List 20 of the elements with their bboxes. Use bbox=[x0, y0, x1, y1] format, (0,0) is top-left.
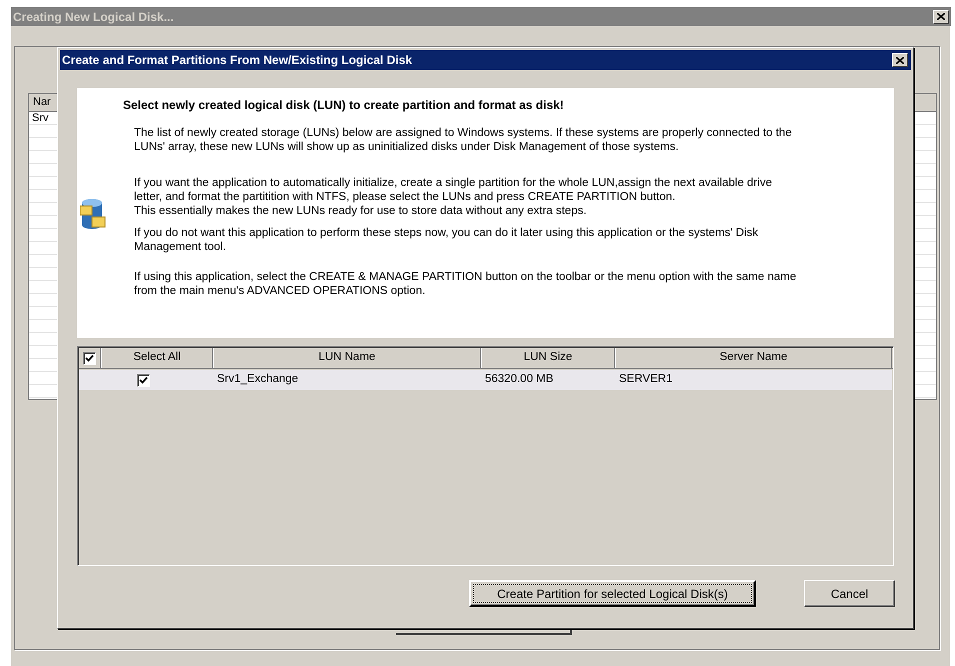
heading: Select newly created logical disk (LUN) to create partition and format as disk! bbox=[123, 97, 565, 114]
paragraph: If you do not want this application to perform these steps now, you can do it later using this application or the systems' Disk Management tool. bbox=[134, 226, 760, 254]
table-cell-text: 56320.00 MB bbox=[484, 372, 554, 388]
column-header: Nar bbox=[33, 95, 51, 110]
close-button[interactable] bbox=[933, 10, 949, 24]
paragraph: If you want the application to automatically initialize, create a single partition for the whole LUN,assign the next available drive letter, and format the partitition with NTFS, please select the LUNs and press CREATE PARTITION button. This essentially makes the new LUNs ready for use to store data without any extra steps. bbox=[134, 176, 773, 218]
list-cell: Srv bbox=[32, 112, 48, 124]
close-button[interactable] bbox=[892, 53, 908, 67]
close-icon bbox=[937, 13, 945, 20]
table-cell-text: Srv1_Exchange bbox=[216, 372, 300, 388]
table-cell-text: SERVER1 bbox=[618, 372, 674, 388]
cancel-button[interactable]: Cancel bbox=[804, 580, 895, 607]
checkbox[interactable] bbox=[137, 374, 150, 386]
paragraph: The list of newly created storage (LUNs) below are assigned to Windows systems. If these systems are properly connected to the LUNs' array, these new LUNs will show up as uninitialized disks under Disk Management of those systems. bbox=[134, 126, 793, 154]
paragraph: If using this application, select the CREATE & MANAGE PARTITION button on the toolbar or the menu option with the same name from the main menu's ADVANCED OPERATIONS option. bbox=[134, 270, 798, 298]
checkbox[interactable] bbox=[83, 352, 96, 364]
dialog-title: Create and Format Partitions From New/Existing Logical Disk bbox=[62, 52, 412, 69]
close-icon bbox=[896, 56, 904, 64]
window-title: Creating New Logical Disk... bbox=[13, 8, 174, 26]
create-partition-button[interactable]: Create Partition for selected Logical Disk(s) bbox=[469, 580, 756, 607]
